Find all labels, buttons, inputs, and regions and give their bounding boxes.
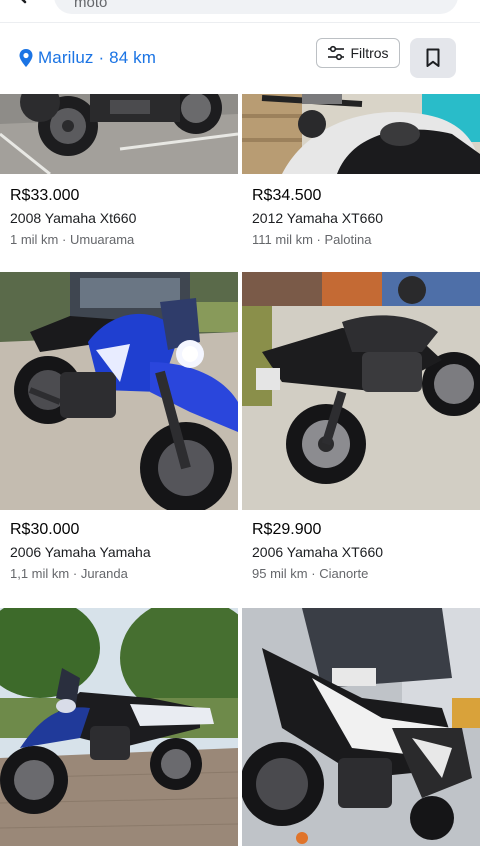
- listing-card[interactable]: R$34.500 2012 Yamaha XT660 111 mil km · …: [242, 94, 480, 270]
- sliders-icon: [328, 45, 345, 61]
- listing-mileage: 95 mil km: [252, 566, 308, 581]
- listing-card[interactable]: R$30.000 2006 Yamaha Yamaha 1,1 mil km ·…: [0, 272, 238, 606]
- listing-photo: [242, 608, 480, 846]
- listing-city: Cianorte: [319, 566, 369, 581]
- search-input[interactable]: moto: [54, 0, 458, 14]
- listing-title: 2012 Yamaha XT660: [252, 210, 384, 226]
- listing-price: R$34.500: [252, 187, 322, 204]
- search-query: moto: [74, 0, 108, 11]
- meta-separator: ·: [316, 232, 321, 247]
- location-city: Mariluz: [38, 48, 94, 67]
- listing-photo: [242, 272, 480, 510]
- location-distance: 84 km: [109, 48, 156, 67]
- listing-title: 2008 Yamaha Xt660: [10, 210, 137, 226]
- listing-city: Umuarama: [69, 232, 135, 247]
- listing-mileage: 1,1 mil km: [10, 566, 70, 581]
- meta-separator: ·: [311, 566, 316, 581]
- listing-photo: [0, 272, 238, 510]
- listing-title: 2006 Yamaha XT660: [252, 544, 384, 560]
- listing-photo: [0, 608, 238, 846]
- listing-meta: 95 mil km · Cianorte: [252, 565, 383, 583]
- meta-separator: ·: [62, 232, 67, 247]
- location-selector[interactable]: Mariluz · 84 km: [18, 47, 156, 69]
- listing-mileage: 1 mil km: [10, 232, 59, 247]
- listing-price: R$30.000: [10, 521, 80, 538]
- filters-button[interactable]: Filtros: [316, 38, 400, 68]
- meta-separator: ·: [72, 566, 78, 581]
- listing-city: Juranda: [80, 566, 128, 581]
- listing-meta: 1 mil km · Umuarama: [10, 231, 136, 249]
- listing-meta: 111 mil km · Palotina: [252, 231, 383, 249]
- location-separator: ·: [98, 48, 105, 67]
- top-search-bar: moto: [0, 0, 480, 23]
- bookmark-icon: [426, 48, 440, 67]
- listing-title: 2006 Yamaha Yamaha: [10, 544, 151, 560]
- location-pin-icon: [19, 49, 33, 67]
- listing-meta: 1,1 mil km · Juranda: [10, 565, 151, 583]
- listing-mileage: 111 mil km: [252, 232, 313, 247]
- listing-photo: [0, 94, 238, 174]
- listing-photo: [242, 94, 480, 174]
- location-filter-row: Mariluz · 84 km Filtros: [0, 22, 480, 94]
- listing-card[interactable]: [242, 608, 480, 846]
- listing-card[interactable]: [0, 608, 238, 846]
- listing-price: R$29.900: [252, 521, 322, 538]
- save-search-button[interactable]: [410, 38, 456, 78]
- listing-card[interactable]: R$29.900 2006 Yamaha XT660 95 mil km · C…: [242, 272, 480, 606]
- listing-price: R$33.000: [10, 187, 80, 204]
- back-arrow-icon[interactable]: [16, 0, 38, 10]
- listing-card[interactable]: R$33.000 2008 Yamaha Xt660 1 mil km · Um…: [0, 94, 238, 270]
- filters-label: Filtros: [350, 45, 389, 61]
- listing-city: Palotina: [324, 232, 372, 247]
